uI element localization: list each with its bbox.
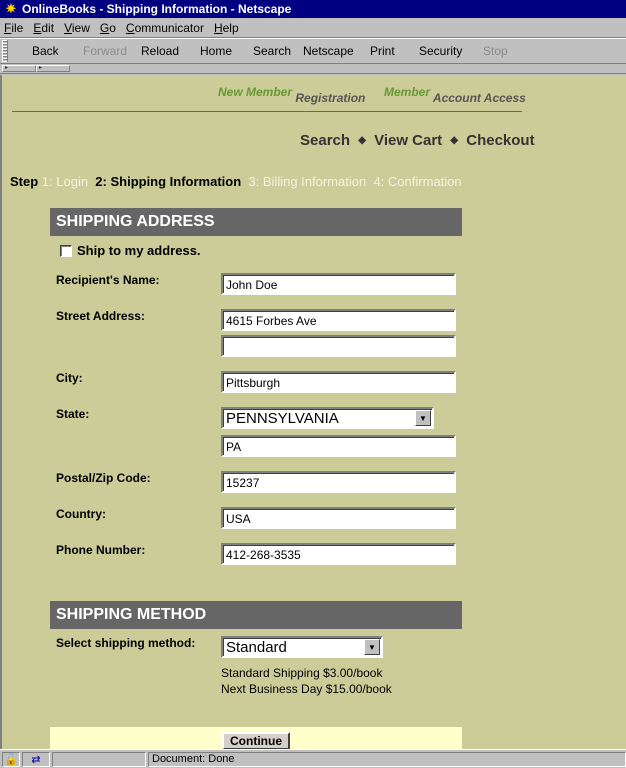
header-divider bbox=[12, 111, 522, 112]
step-shipping-information: 2: Shipping Information bbox=[95, 174, 242, 189]
city-input[interactable]: Pittsburgh bbox=[221, 371, 456, 393]
street-address-label: Street Address: bbox=[56, 309, 145, 323]
print-button[interactable]: Print bbox=[370, 44, 395, 58]
country-input[interactable]: USA bbox=[221, 507, 456, 529]
status-text: Document: Done bbox=[148, 751, 626, 767]
recipient-name-label: Recipient's Name: bbox=[56, 273, 160, 287]
country-label: Country: bbox=[56, 507, 106, 521]
shipping-method-select-value: Standard bbox=[226, 639, 287, 656]
chevron-down-icon[interactable]: ▼ bbox=[415, 410, 431, 426]
state-select-value: PENNSYLVANIA bbox=[226, 410, 339, 427]
shipping-method-label: Select shipping method: bbox=[56, 636, 196, 650]
next-business-day-rate: Next Business Day $15.00/book bbox=[221, 682, 392, 696]
progress-indicator bbox=[52, 751, 146, 767]
ship-to-my-address-label: Ship to my address. bbox=[77, 243, 201, 258]
connection-status-icon: ⇄ bbox=[22, 751, 50, 767]
steps-label: Step bbox=[10, 174, 39, 189]
toolbar-grip[interactable] bbox=[2, 40, 8, 62]
search-button[interactable]: Search bbox=[253, 44, 291, 58]
city-label: City: bbox=[56, 371, 83, 385]
view-cart-link[interactable]: View Cart bbox=[374, 132, 442, 149]
diamond-separator-icon: ◆ bbox=[450, 135, 459, 146]
menu-help[interactable]: Help bbox=[214, 21, 239, 35]
street-address-line2-input[interactable] bbox=[221, 335, 456, 357]
step-login: 1: Login bbox=[41, 174, 89, 189]
chevron-down-icon[interactable]: ▼ bbox=[364, 639, 380, 655]
new-member-registration-link[interactable]: New Member Registration bbox=[218, 85, 365, 105]
continue-button[interactable]: Continue bbox=[222, 732, 290, 749]
shipping-address-heading: SHIPPING ADDRESS bbox=[50, 208, 462, 236]
phone-number-label: Phone Number: bbox=[56, 543, 146, 557]
window-title: OnlineBooks - Shipping Information - Net… bbox=[22, 2, 292, 16]
diamond-separator-icon: ◆ bbox=[358, 135, 366, 146]
phone-number-input[interactable]: 412-268-3535 bbox=[221, 543, 456, 565]
postal-code-input[interactable]: 15237 bbox=[221, 471, 456, 493]
netscape-app-icon: ✷ bbox=[5, 1, 17, 16]
menu-edit[interactable]: Edit bbox=[33, 21, 54, 35]
menu-bar: File Edit View Go Communicator Help bbox=[0, 18, 626, 38]
forward-button[interactable]: Forward bbox=[83, 44, 127, 58]
checkout-steps: Step 1: Login 2: Shipping Information 3:… bbox=[10, 174, 462, 189]
state-select[interactable]: PENNSYLVANIA ▼ bbox=[221, 407, 434, 429]
step-billing-information: 3: Billing Information bbox=[248, 174, 367, 189]
reload-button[interactable]: Reload bbox=[141, 44, 179, 58]
menu-communicator[interactable]: Communicator bbox=[126, 21, 204, 35]
state-label: State: bbox=[56, 407, 90, 421]
navigation-toolbar: Back Forward Reload Home Search Netscape… bbox=[0, 38, 626, 64]
shipping-method-select[interactable]: Standard ▼ bbox=[221, 636, 383, 658]
security-lock-icon[interactable]: 🔓 bbox=[2, 751, 20, 767]
security-button[interactable]: Security bbox=[419, 44, 462, 58]
toolbar-tab-1[interactable]: ▸ bbox=[2, 65, 36, 72]
state-code-input[interactable]: PA bbox=[221, 435, 456, 457]
toolbar-tab-2[interactable]: ▸ bbox=[36, 65, 70, 72]
menu-go[interactable]: Go bbox=[100, 21, 116, 35]
title-bar: ✷ OnlineBooks - Shipping Information - N… bbox=[0, 0, 626, 18]
member-account-access-link[interactable]: Member Account Access bbox=[384, 85, 526, 105]
search-link[interactable]: Search bbox=[300, 132, 350, 149]
netscape-button[interactable]: Netscape bbox=[303, 44, 354, 58]
standard-shipping-rate: Standard Shipping $3.00/book bbox=[221, 666, 383, 680]
recipient-name-input[interactable]: John Doe bbox=[221, 273, 456, 295]
menu-view[interactable]: View bbox=[64, 21, 90, 35]
postal-code-label: Postal/Zip Code: bbox=[56, 471, 151, 485]
home-button[interactable]: Home bbox=[200, 44, 232, 58]
status-bar: 🔓 ⇄ Document: Done bbox=[0, 749, 626, 768]
checkout-link[interactable]: Checkout bbox=[466, 132, 534, 149]
page-content: New Member Registration Member Account A… bbox=[0, 75, 626, 749]
stop-button[interactable]: Stop bbox=[483, 44, 508, 58]
shipping-rates: Standard Shipping $3.00/book Next Busine… bbox=[221, 665, 392, 697]
back-button[interactable]: Back bbox=[32, 44, 59, 58]
menu-file[interactable]: File bbox=[4, 21, 23, 35]
site-nav: Search ◆ View Cart ◆ Checkout bbox=[300, 132, 535, 149]
street-address-line1-input[interactable]: 4615 Forbes Ave bbox=[221, 309, 456, 331]
collapsed-toolbar-tabs: ▸ ▸ bbox=[0, 64, 626, 74]
shipping-method-heading: SHIPPING METHOD bbox=[50, 601, 462, 629]
step-confirmation: 4: Confirmation bbox=[373, 174, 462, 189]
ship-to-my-address-checkbox[interactable] bbox=[60, 245, 72, 257]
